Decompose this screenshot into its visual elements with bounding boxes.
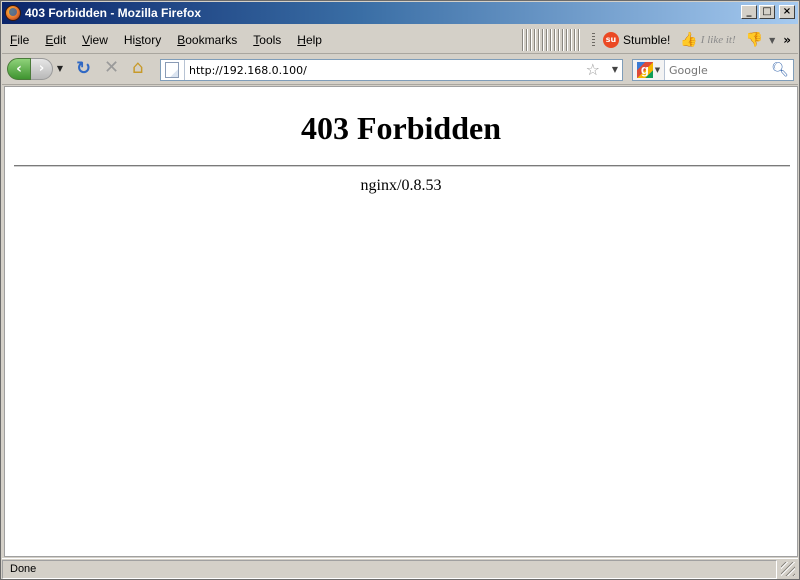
horizontal-rule [14,165,790,167]
title-bar[interactable]: 403 Forbidden - Mozilla Firefox _ □ × [2,2,798,24]
menu-bar: File Edit View History Bookmarks Tools H… [2,26,798,54]
back-arrow-icon[interactable]: ‹ [7,58,31,80]
toolbar-grip[interactable] [522,28,579,52]
menu-edit[interactable]: Edit [37,33,74,47]
menu-file[interactable]: File [2,33,37,47]
menu-history[interactable]: History [116,33,169,47]
forward-arrow-icon[interactable]: › [31,58,53,80]
star-icon[interactable]: ☆ [586,61,600,79]
search-bar[interactable]: g ▼ 🔍︎ [632,59,794,81]
url-input[interactable] [189,61,569,79]
navigation-toolbar: ‹ › ▼ ↻ ✕ ⌂ ☆ ▼ g ▼ 🔍︎ [2,55,798,85]
reload-icon[interactable]: ↻ [76,60,91,78]
chevron-down-icon: ▼ [654,66,661,74]
search-input[interactable] [669,63,769,77]
thumbs-up-icon[interactable]: 👍 [680,32,697,48]
search-engine-selector[interactable]: g ▼ [633,60,665,80]
menu-view[interactable]: View [74,33,116,47]
page-icon[interactable] [165,62,179,78]
status-text: Done [2,559,777,579]
window-controls: _ □ × [741,5,795,19]
url-dropdown-icon[interactable]: ▼ [612,65,618,74]
page-heading: 403 Forbidden [300,110,502,146]
like-button[interactable]: I like it! [701,34,736,46]
firefox-logo-icon[interactable] [5,5,21,21]
thumbs-down-icon[interactable]: 👎 [746,32,763,48]
stumble-button[interactable]: Stumble! [623,33,670,47]
window-title: 403 Forbidden - Mozilla Firefox [25,6,202,20]
server-signature: nginx/0.8.53 [360,177,442,194]
chevron-down-icon[interactable]: ▼ [769,36,775,45]
minimize-button[interactable]: _ [741,5,757,19]
resize-grip[interactable] [781,562,795,576]
history-dropdown-icon[interactable]: ▼ [55,58,65,80]
address-bar[interactable]: ☆ ▼ [160,59,623,81]
menu-bookmarks[interactable]: Bookmarks [169,33,245,47]
menu-help[interactable]: Help [289,33,330,47]
status-bar: Done [2,558,798,579]
stumbleupon-toolbar: su Stumble! 👍 I like it! 👎 ▼ » [592,30,791,50]
maximize-button[interactable]: □ [759,5,775,19]
google-logo-icon: g [636,62,653,78]
toolbar-overflow-button[interactable]: » [783,33,791,47]
browser-window: 403 Forbidden - Mozilla Firefox _ □ × Fi… [0,0,800,580]
close-button[interactable]: × [779,5,795,19]
stumbleupon-icon[interactable]: su [603,32,619,48]
toolbar-drag-handle[interactable] [592,33,595,47]
back-forward-group: ‹ › ▼ [7,58,65,80]
stop-icon[interactable]: ✕ [104,59,119,77]
page-content: 403 Forbidden nginx/0.8.53 [4,86,798,557]
home-icon[interactable]: ⌂ [132,59,143,77]
magnifier-icon[interactable]: 🔍︎ [771,62,789,78]
menu-tools[interactable]: Tools [245,33,289,47]
